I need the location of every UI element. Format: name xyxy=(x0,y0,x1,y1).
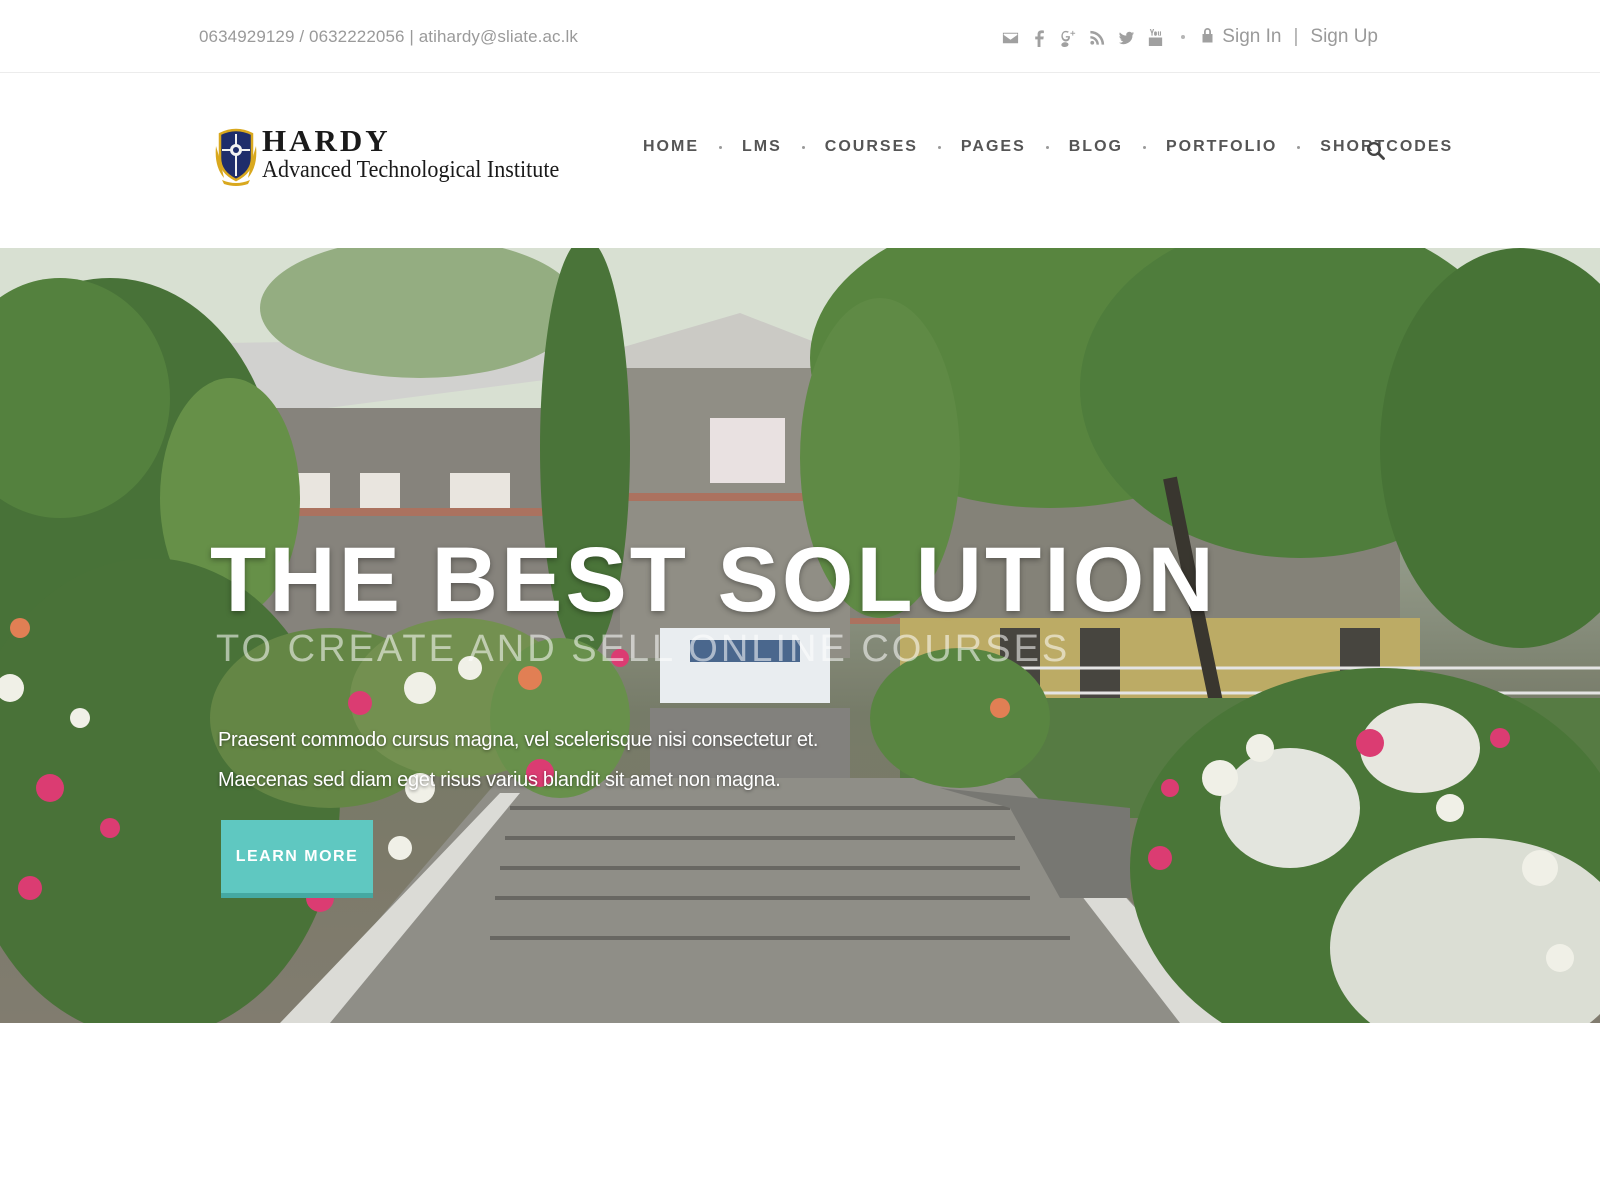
hero-subtitle: TO CREATE AND SELL ONLINE COURSES xyxy=(216,628,1071,670)
youtube-icon[interactable] xyxy=(1146,26,1165,48)
nav-separator xyxy=(1045,145,1049,149)
auth-links: Sign In | Sign Up xyxy=(1201,26,1378,48)
nav-home[interactable]: HOME xyxy=(643,138,699,156)
separator-dot xyxy=(1181,35,1186,39)
nav-blog[interactable]: BLOG xyxy=(1069,138,1123,156)
facebook-icon[interactable] xyxy=(1030,26,1049,48)
hero-description-line: Praesent commodo cursus magna, vel scele… xyxy=(218,729,819,751)
nav-courses[interactable]: COURSES xyxy=(825,138,918,156)
rss-icon[interactable] xyxy=(1088,26,1107,48)
logo-subtitle: Advanced Technological Institute xyxy=(262,157,560,183)
top-bar-right: Sign In | Sign Up xyxy=(1001,22,1378,52)
nav-separator xyxy=(1297,145,1301,149)
nav-pages[interactable]: PAGES xyxy=(961,138,1026,156)
sign-in-link[interactable]: Sign In xyxy=(1222,26,1281,48)
site-logo[interactable]: HARDY Advanced Technological Institute xyxy=(214,124,585,186)
site-header: HARDY Advanced Technological Institute H… xyxy=(0,74,1600,248)
hero-description: Praesent commodo cursus magna, vel scele… xyxy=(218,720,838,800)
nav-separator xyxy=(937,145,941,149)
hero-title: THE BEST SOLUTION xyxy=(210,529,1217,631)
nav-separator xyxy=(1142,145,1146,149)
nav-lms[interactable]: LMS xyxy=(742,138,782,156)
auth-separator: | xyxy=(1293,26,1299,47)
google-plus-icon[interactable] xyxy=(1059,26,1078,48)
nav-separator xyxy=(801,145,805,149)
contact-info: 0634929129 / 0632222056 | atihardy@sliat… xyxy=(199,27,578,46)
hero-banner: THE BEST SOLUTION TO CREATE AND SELL ONL… xyxy=(0,248,1600,1023)
hero-description-line: Maecenas sed diam eget risus varius blan… xyxy=(218,769,781,791)
nav-separator xyxy=(719,145,722,149)
lock-icon xyxy=(1201,27,1214,43)
crest-icon xyxy=(215,128,257,186)
logo-name: HARDY xyxy=(262,123,391,158)
search-icon[interactable] xyxy=(1366,141,1386,161)
main-nav: HOME LMS COURSES PAGES BLOG PORTFOLIO SH… xyxy=(643,138,1453,156)
mail-icon[interactable] xyxy=(1001,26,1020,48)
nav-portfolio[interactable]: PORTFOLIO xyxy=(1166,138,1277,156)
social-links xyxy=(1001,26,1165,48)
learn-more-button[interactable]: LEARN MORE xyxy=(221,820,373,898)
top-bar: 0634929129 / 0632222056 | atihardy@sliat… xyxy=(0,0,1600,73)
sign-up-link[interactable]: Sign Up xyxy=(1310,26,1378,48)
twitter-icon[interactable] xyxy=(1117,26,1136,48)
nav-shortcodes[interactable]: SHORTCODES xyxy=(1320,138,1453,156)
